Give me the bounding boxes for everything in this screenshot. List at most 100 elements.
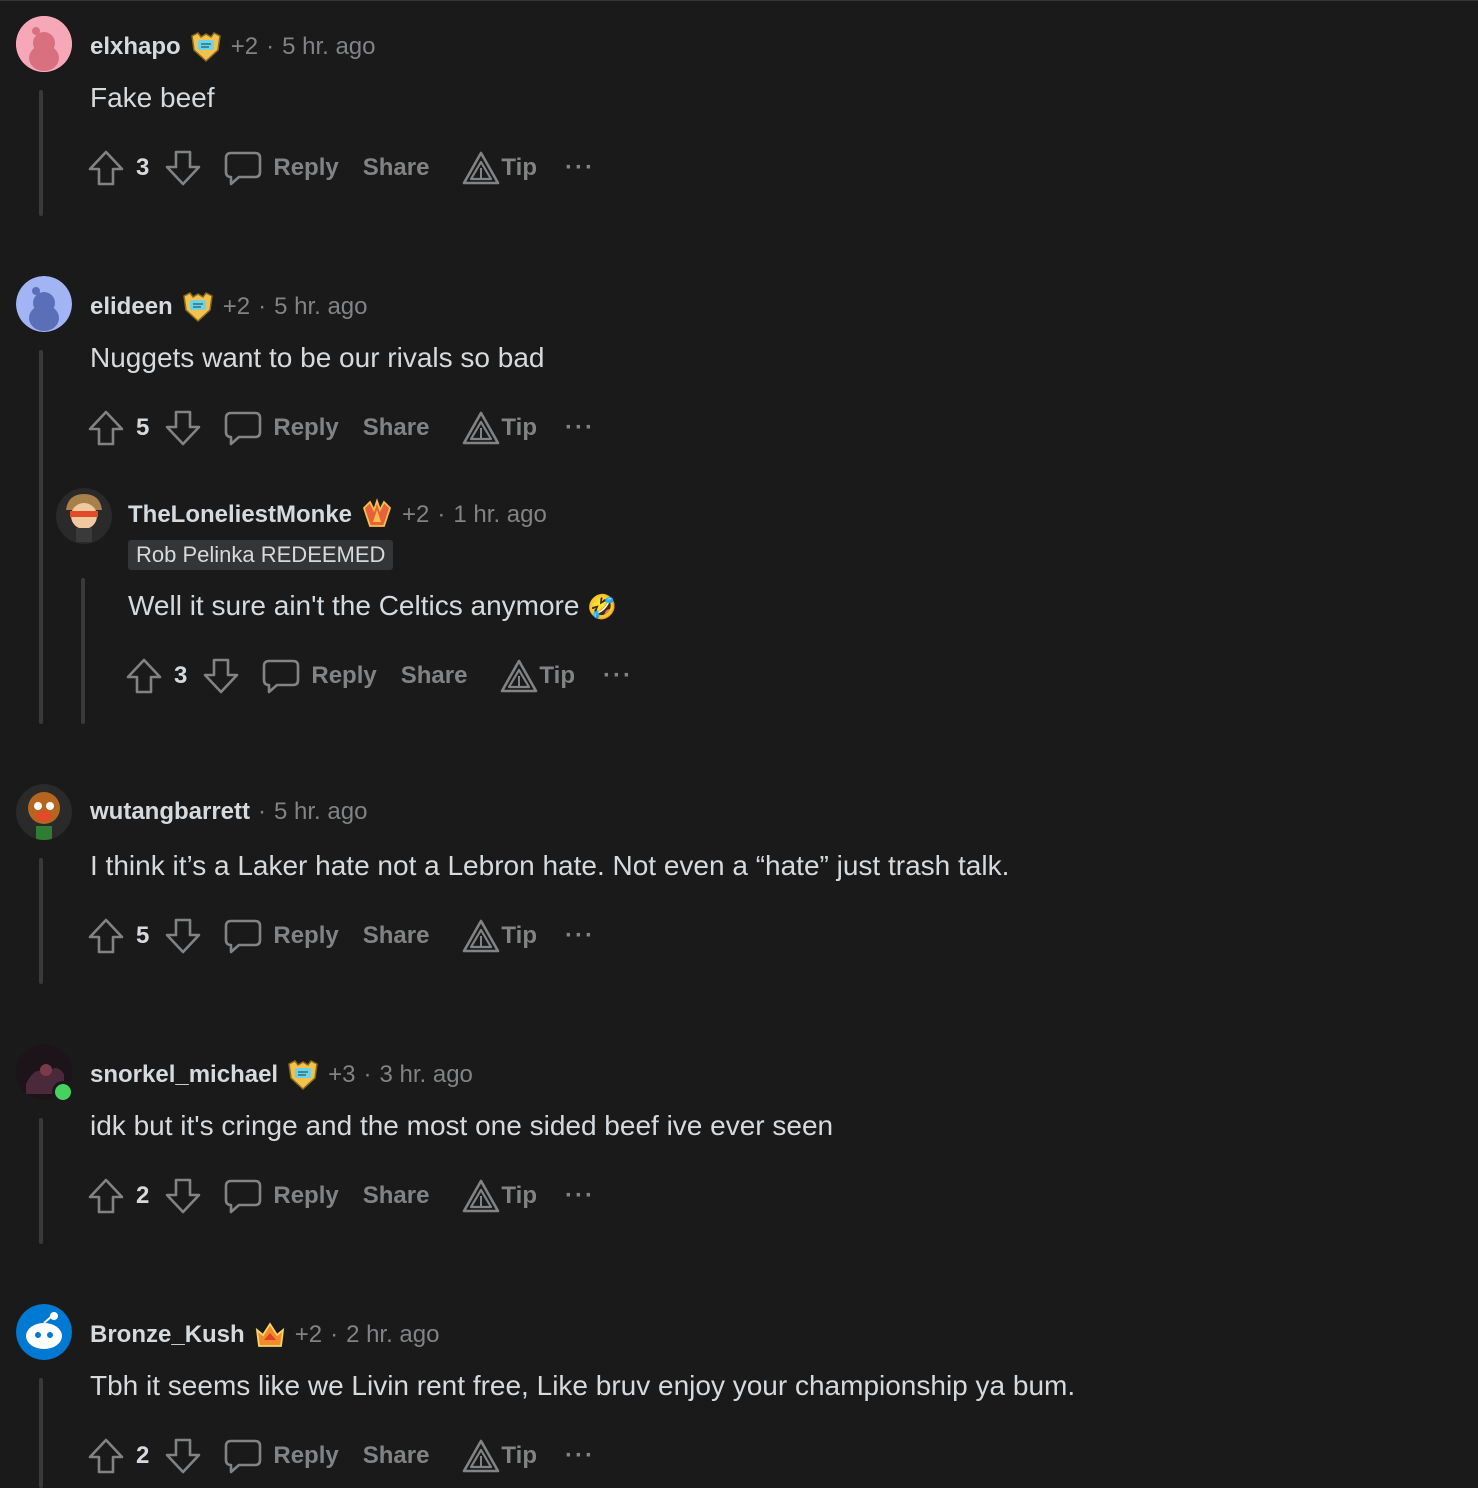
- reply-label: Reply: [311, 662, 377, 689]
- tip-triangle-icon: [461, 1436, 501, 1476]
- tip-triangle-icon: [461, 408, 501, 448]
- share-button[interactable]: Share: [363, 1442, 430, 1470]
- comment-actions: 2 Reply Share Tip ···: [86, 1436, 595, 1476]
- more-options-button[interactable]: ···: [565, 1442, 595, 1470]
- vote-score: 3: [136, 154, 150, 181]
- timestamp[interactable]: 1 hr. ago: [453, 501, 546, 529]
- comment-body: Well it sure ain't the Celtics anymore 🤣: [128, 590, 617, 622]
- reply-button[interactable]: Reply: [223, 1436, 339, 1476]
- crystal-award-icon: [360, 498, 394, 532]
- comment-bubble-icon: [223, 148, 263, 188]
- tip-button[interactable]: Tip: [461, 1436, 537, 1476]
- comment-meta: elideen +2 · 5 hr. ago: [90, 290, 368, 324]
- comment-bubble-icon: [223, 1176, 263, 1216]
- reply-label: Reply: [273, 1182, 339, 1209]
- username[interactable]: Bronze_Kush: [90, 1321, 245, 1349]
- comment-bubble-icon: [261, 656, 301, 696]
- tip-button[interactable]: Tip: [461, 1176, 537, 1216]
- upvote-icon[interactable]: [86, 1436, 126, 1476]
- avatar[interactable]: [16, 784, 72, 840]
- thread-line[interactable]: [39, 858, 43, 984]
- shield-award-icon: [189, 30, 223, 64]
- avatar[interactable]: [16, 276, 72, 332]
- tip-button[interactable]: Tip: [461, 148, 537, 188]
- downvote-icon[interactable]: [163, 148, 203, 188]
- separator: ·: [258, 293, 267, 320]
- downvote-icon[interactable]: [163, 408, 203, 448]
- comment-body: Fake beef: [90, 82, 215, 113]
- vote-score: 5: [136, 922, 150, 949]
- username[interactable]: snorkel_michael: [90, 1061, 278, 1089]
- reply-button[interactable]: Reply: [223, 408, 339, 448]
- karma-delta: +2: [230, 33, 259, 60]
- tip-button[interactable]: Tip: [461, 408, 537, 448]
- reply-label: Reply: [273, 922, 339, 949]
- online-status-indicator: [52, 1081, 74, 1103]
- comment-actions: 2 Reply Share Tip ···: [86, 1176, 595, 1216]
- comment-bubble-icon: [223, 408, 263, 448]
- tip-button[interactable]: Tip: [499, 656, 575, 696]
- more-options-button[interactable]: ···: [565, 154, 595, 182]
- karma-delta: +2: [402, 501, 430, 528]
- vote-score: 3: [174, 662, 188, 689]
- timestamp[interactable]: 5 hr. ago: [282, 33, 375, 61]
- shield-award-icon: [181, 290, 215, 324]
- thread-line[interactable]: [39, 350, 43, 724]
- downvote-icon[interactable]: [201, 656, 241, 696]
- share-button[interactable]: Share: [363, 922, 430, 950]
- tip-label: Tip: [501, 154, 537, 181]
- comment-actions: 5 Reply Share Tip ···: [86, 408, 595, 448]
- more-options-button[interactable]: ···: [565, 922, 595, 950]
- thread-line[interactable]: [39, 1118, 43, 1244]
- tip-triangle-icon: [499, 656, 539, 696]
- reply-button[interactable]: Reply: [223, 916, 339, 956]
- reply-label: Reply: [273, 154, 339, 181]
- more-options-button[interactable]: ···: [565, 414, 595, 442]
- avatar[interactable]: [16, 16, 72, 72]
- thread-line[interactable]: [81, 578, 85, 724]
- thread-line[interactable]: [39, 1378, 43, 1488]
- avatar[interactable]: [16, 1304, 72, 1360]
- timestamp[interactable]: 5 hr. ago: [274, 293, 367, 321]
- upvote-icon[interactable]: [86, 916, 126, 956]
- reply-button[interactable]: Reply: [261, 656, 377, 696]
- separator: ·: [437, 501, 446, 528]
- share-button[interactable]: Share: [363, 1182, 430, 1210]
- reply-button[interactable]: Reply: [223, 148, 339, 188]
- username[interactable]: elxhapo: [90, 33, 181, 61]
- tip-label: Tip: [501, 414, 537, 441]
- comment-meta: snorkel_michael +3 · 3 hr. ago: [90, 1058, 473, 1092]
- avatar[interactable]: [56, 488, 112, 544]
- share-button[interactable]: Share: [401, 662, 468, 690]
- timestamp[interactable]: 5 hr. ago: [274, 798, 367, 826]
- tip-button[interactable]: Tip: [461, 916, 537, 956]
- tip-triangle-icon: [461, 1176, 501, 1216]
- comment-meta: TheLoneliestMonke +2 · 1 hr. ago: [128, 498, 547, 532]
- upvote-icon[interactable]: [86, 148, 126, 188]
- downvote-icon[interactable]: [163, 1176, 203, 1216]
- upvote-icon[interactable]: [86, 1176, 126, 1216]
- reply-button[interactable]: Reply: [223, 1176, 339, 1216]
- more-options-button[interactable]: ···: [603, 662, 633, 690]
- timestamp[interactable]: 2 hr. ago: [346, 1321, 439, 1349]
- upvote-icon[interactable]: [124, 656, 164, 696]
- more-options-button[interactable]: ···: [565, 1182, 595, 1210]
- timestamp[interactable]: 3 hr. ago: [379, 1061, 472, 1089]
- karma-delta: +2: [222, 293, 251, 320]
- user-flair: Rob Pelinka REDEEMED: [128, 540, 394, 570]
- vote-score: 2: [136, 1442, 150, 1469]
- username[interactable]: TheLoneliestMonke: [128, 501, 352, 529]
- username[interactable]: elideen: [90, 293, 173, 321]
- share-button[interactable]: Share: [363, 154, 430, 182]
- comment-body: idk but it's cringe and the most one sid…: [90, 1110, 834, 1141]
- username[interactable]: wutangbarrett: [90, 798, 250, 826]
- thread-line[interactable]: [39, 90, 43, 216]
- downvote-icon[interactable]: [163, 1436, 203, 1476]
- tip-triangle-icon: [461, 916, 501, 956]
- downvote-icon[interactable]: [163, 916, 203, 956]
- upvote-icon[interactable]: [86, 408, 126, 448]
- comment-body: Nuggets want to be our rivals so bad: [90, 342, 545, 373]
- tip-label: Tip: [539, 662, 575, 689]
- share-button[interactable]: Share: [363, 414, 430, 442]
- crown-award-icon: [253, 1318, 287, 1352]
